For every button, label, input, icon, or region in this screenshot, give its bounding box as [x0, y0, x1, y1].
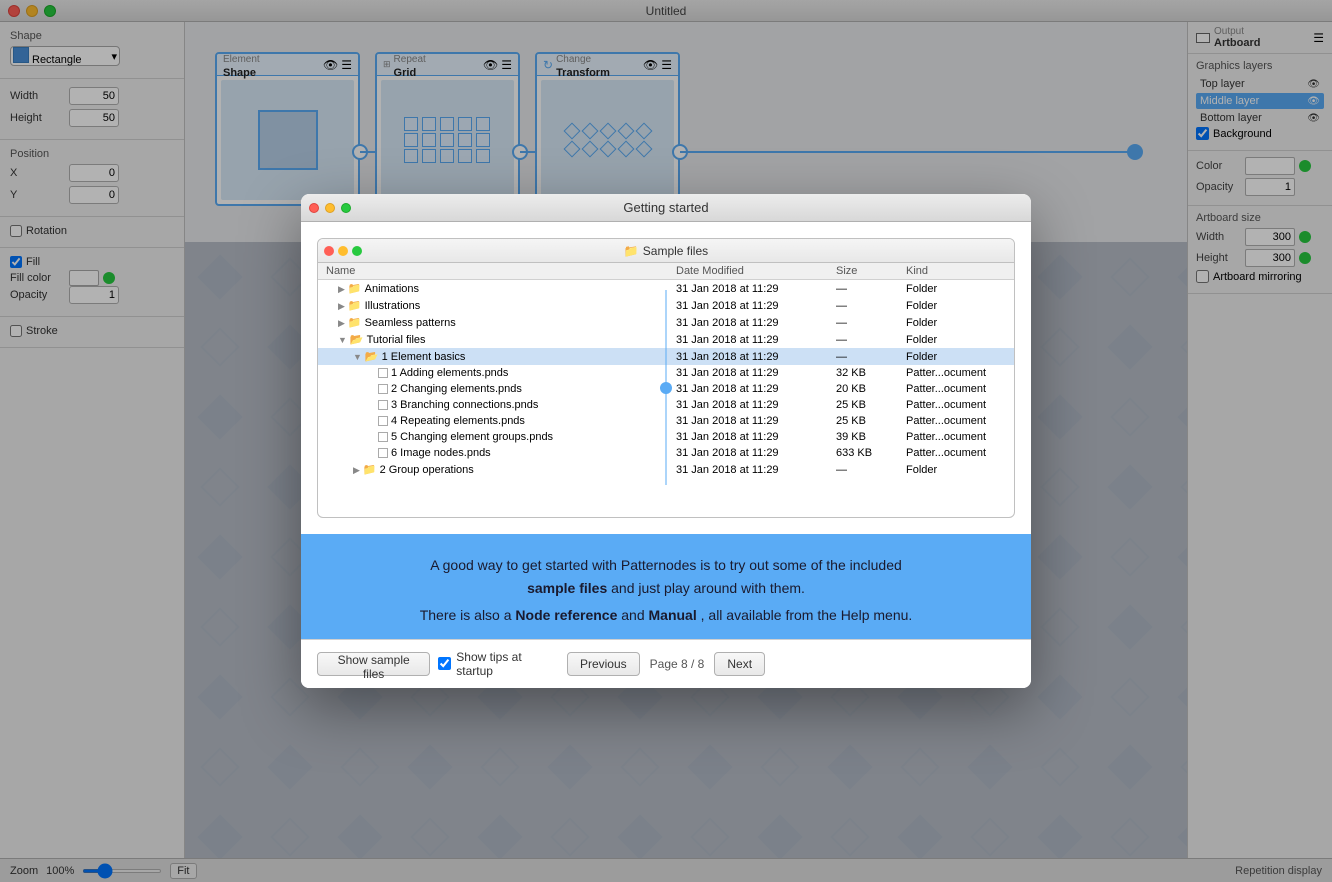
fb-window-title: 📁 Sample files	[624, 244, 708, 258]
show-tips-checkbox[interactable]	[438, 657, 451, 670]
footer-left: Show sample files Show tips at startup	[317, 650, 550, 678]
previous-button[interactable]: Previous	[567, 652, 640, 676]
col-size: Size	[836, 265, 906, 277]
fb-close[interactable]	[324, 246, 334, 256]
dialog-description-area: A good way to get started with Patternod…	[301, 534, 1031, 639]
show-sample-files-button[interactable]: Show sample files	[317, 652, 430, 676]
node-ref-bold: Node reference	[515, 607, 617, 623]
file-list: ▶📁Animations 31 Jan 2018 at 11:29—Folder…	[318, 280, 1014, 495]
footer-center: Previous Page 8 / 8 Next	[550, 652, 783, 676]
dialog-maximize[interactable]	[341, 203, 351, 213]
dialog-close[interactable]	[309, 203, 319, 213]
fb-traffic	[324, 246, 362, 256]
col-date: Date Modified	[676, 265, 836, 277]
fb-maximize[interactable]	[352, 246, 362, 256]
fb-minimize[interactable]	[338, 246, 348, 256]
getting-started-dialog: Getting started 📁 Sample files Name Date…	[301, 194, 1031, 688]
col-name: Name	[326, 265, 676, 277]
dialog-title-bar: Getting started	[301, 194, 1031, 222]
col-kind: Kind	[906, 265, 1006, 277]
sample-files-bold: sample files	[527, 580, 607, 596]
dialog-text-2: There is also a Node reference and Manua…	[331, 607, 1001, 623]
show-tips-row: Show tips at startup	[438, 650, 549, 678]
dialog-text-1: A good way to get started with Patternod…	[331, 554, 1001, 599]
fb-title-bar: 📁 Sample files	[318, 239, 1014, 263]
dialog-footer: Show sample files Show tips at startup P…	[301, 639, 1031, 688]
fb-folder-icon: 📁	[624, 244, 639, 258]
show-tips-label: Show tips at startup	[456, 650, 549, 678]
next-button[interactable]: Next	[714, 652, 765, 676]
manual-bold: Manual	[649, 607, 697, 623]
dialog-minimize[interactable]	[325, 203, 335, 213]
file-browser: 📁 Sample files Name Date Modified Size K…	[317, 238, 1015, 518]
page-info: Page 8 / 8	[650, 657, 705, 671]
dialog-overlay: Getting started 📁 Sample files Name Date…	[0, 0, 1332, 882]
fb-headers: Name Date Modified Size Kind	[318, 263, 1014, 280]
dialog-title: Getting started	[623, 200, 708, 215]
dialog-traffic-lights	[309, 203, 351, 213]
scroll-handle[interactable]	[660, 382, 672, 394]
